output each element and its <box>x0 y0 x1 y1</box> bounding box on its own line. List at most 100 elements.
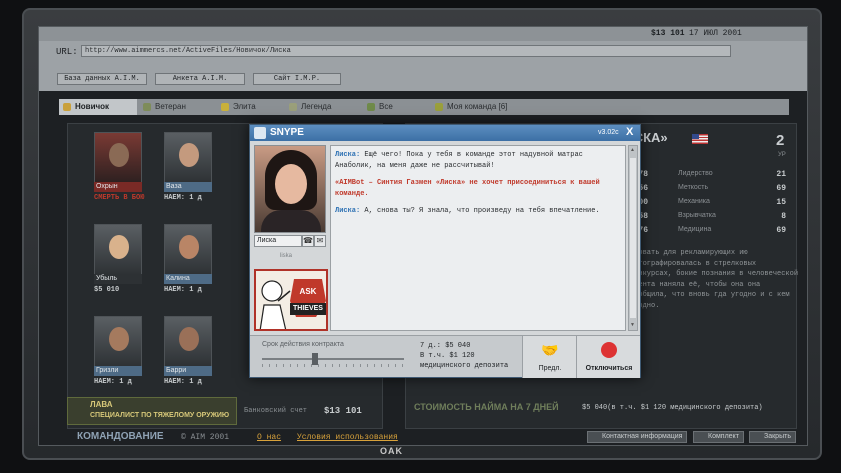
monitor-frame: $13 101 17 ИЮЛ 2001 URL: http://www.aimm… <box>22 8 822 460</box>
merc-card[interactable]: Калина НАЕМ: 1 д <box>164 224 212 304</box>
contact-name: Лиска <box>254 235 302 247</box>
level-label: УР <box>778 152 786 158</box>
hire-cost-value: $5 040(в т.ч. $1 120 медицинского депози… <box>582 404 763 412</box>
merc-fee: СМЕРТЬ В БОЮ <box>94 194 145 202</box>
url-field[interactable]: http://www.aimmercs.net/ActiveFiles/Нови… <box>81 45 731 57</box>
scroll-thumb[interactable] <box>630 158 636 318</box>
chat-scrollbar[interactable]: ▲ ▼ <box>628 145 638 331</box>
ad-text-bottom: THIEVES <box>293 305 323 312</box>
app-name: SNYPE <box>270 127 304 138</box>
phone-icon[interactable]: ☎ <box>302 235 314 247</box>
merc-card[interactable]: Гризли НАЕМ: 1 д <box>94 316 142 396</box>
about-link[interactable]: О нас <box>257 433 281 442</box>
app-version: v3.02c <box>598 129 619 136</box>
star-icon <box>221 103 229 111</box>
bank-value: $13 101 <box>324 406 362 416</box>
slider-knob[interactable] <box>312 353 318 365</box>
stat-name: Механика <box>678 198 710 205</box>
handshake-icon: 🤝 <box>541 342 559 358</box>
ask-thieves-ad[interactable]: ASK THIEVES <box>254 269 328 331</box>
specialist-name: ЛАВА <box>90 400 113 409</box>
contract-cost: 7 д.: $5 040 В т.ч. $1 120 медицинского … <box>420 341 508 371</box>
offer-label: Предл. <box>538 365 562 372</box>
tab-my-team[interactable]: Моя команда [6] <box>431 99 541 115</box>
close-icon[interactable]: X <box>626 126 633 138</box>
contact-avatar <box>254 145 326 233</box>
copyright: © AIM 2001 <box>181 433 230 442</box>
bank-label: Банковский счет <box>244 407 308 415</box>
merc-card[interactable]: Убыль $5 010 <box>94 224 142 304</box>
merc-name: Барри <box>164 366 212 376</box>
dialog-titlebar: SNYPE v3.02c X <box>250 125 640 141</box>
tab-elite[interactable]: Элита <box>217 99 283 115</box>
contact-card-icon[interactable]: ✉ <box>314 235 326 247</box>
merc-face <box>179 327 199 351</box>
merc-portrait <box>94 224 142 276</box>
site-footer: КОМАНДОВАНИЕ © AIM 2001 О нас Условия ис… <box>59 431 796 445</box>
hangup-label: Отключиться <box>585 365 633 372</box>
scroll-down-icon[interactable]: ▼ <box>630 322 636 328</box>
slider-track <box>262 358 404 360</box>
chat-speaker: Лиска: <box>335 151 361 159</box>
chat-speaker: Лиска: <box>335 207 361 215</box>
merc-portrait <box>164 132 212 184</box>
scroll-up-icon[interactable]: ▲ <box>630 147 636 153</box>
merc-card[interactable]: Охрын СМЕРТЬ В БОЮ <box>94 132 144 212</box>
nav-aim-database[interactable]: База данных A.I.M. <box>57 73 147 85</box>
specialist-banner[interactable]: ЛАВА СПЕЦИАЛИСТ ПО ТЯЖЕЛОМУ ОРУЖИЮ <box>67 397 237 425</box>
browser-bar: $13 101 17 ИЮЛ 2001 URL: http://www.aimm… <box>39 27 807 91</box>
balance-display: $13 101 <box>651 29 685 38</box>
chat-system-message: «AIMBot – Синтия Газмен «Лиска» не хочет… <box>335 179 600 198</box>
profile-bio: ировать для рекламирующих ию фотографиро… <box>630 249 799 310</box>
terms-link[interactable]: Условия использования <box>297 433 398 442</box>
veteran-icon <box>143 103 151 111</box>
chat-log: Лиска: Ещё чего! Пока у тебя в команде э… <box>330 145 626 331</box>
snype-logo-icon <box>254 127 266 139</box>
cost-line: В т.ч. $1 120 <box>420 352 475 360</box>
merc-status: Охрын <box>94 182 142 192</box>
merc-card[interactable]: Барри НАЕМ: 1 д <box>164 316 212 396</box>
hangup-button[interactable]: Отключиться <box>576 336 640 378</box>
offer-button[interactable]: 🤝 Предл. <box>522 336 576 378</box>
tab-all[interactable]: Все <box>363 99 429 115</box>
merc-portrait <box>94 132 142 184</box>
kit-button[interactable]: Комплект <box>693 431 744 443</box>
contract-bar: Срок действия контракта 7 д.: $5 040 В т… <box>250 335 640 378</box>
ad-illustration-icon <box>259 279 326 329</box>
all-icon <box>367 103 375 111</box>
merc-name: Калина <box>164 274 212 284</box>
url-label: URL: <box>56 47 78 57</box>
tab-label: Легенда <box>301 102 332 111</box>
chat-text: Ещё чего! Пока у тебя в команде этот над… <box>335 151 583 170</box>
merc-fee: НАЕМ: 1 д <box>94 378 132 386</box>
hangup-icon <box>601 342 617 358</box>
merc-fee: $5 010 <box>94 286 120 294</box>
merc-portrait <box>164 224 212 276</box>
level-value: 2 <box>776 132 785 149</box>
merc-card[interactable]: Ваза НАЕМ: 1 д <box>164 132 212 212</box>
tab-label: Элита <box>233 102 256 111</box>
stat-name: Взрывчатка <box>678 212 716 219</box>
cost-line: медицинского депозита <box>420 362 509 370</box>
tab-legend[interactable]: Легенда <box>285 99 361 115</box>
stat-value: 8 <box>781 212 786 221</box>
contact-info-button[interactable]: Контактная информация <box>587 431 688 443</box>
stat-value: 21 <box>776 170 786 179</box>
nav-imp-site[interactable]: Сайт I.M.P. <box>253 73 341 85</box>
stat-value: 69 <box>776 226 786 235</box>
specialist-title: СПЕЦИАЛИСТ ПО ТЯЖЕЛОМУ ОРУЖИЮ <box>90 412 230 419</box>
tab-veteran[interactable]: Ветеран <box>139 99 215 115</box>
merc-fee: НАЕМ: 1 д <box>164 286 202 294</box>
contact-handle: liska <box>280 253 293 259</box>
tab-label: Новичок <box>75 102 110 111</box>
stat-value: 15 <box>776 198 786 207</box>
nav-aim-form[interactable]: Анкета A.I.M. <box>155 73 245 85</box>
novice-icon <box>63 103 71 111</box>
chat-text: А, снова ты? Я знала, что произведу на т… <box>364 207 600 215</box>
contract-duration-slider[interactable] <box>262 353 404 367</box>
tab-novice[interactable]: Новичок <box>59 99 137 115</box>
merc-fee: НАЕМ: 1 д <box>164 194 202 202</box>
ad-text-top: ASK <box>299 287 317 296</box>
close-button[interactable]: Закрыть <box>749 431 796 443</box>
screen: $13 101 17 ИЮЛ 2001 URL: http://www.aimm… <box>38 26 808 446</box>
